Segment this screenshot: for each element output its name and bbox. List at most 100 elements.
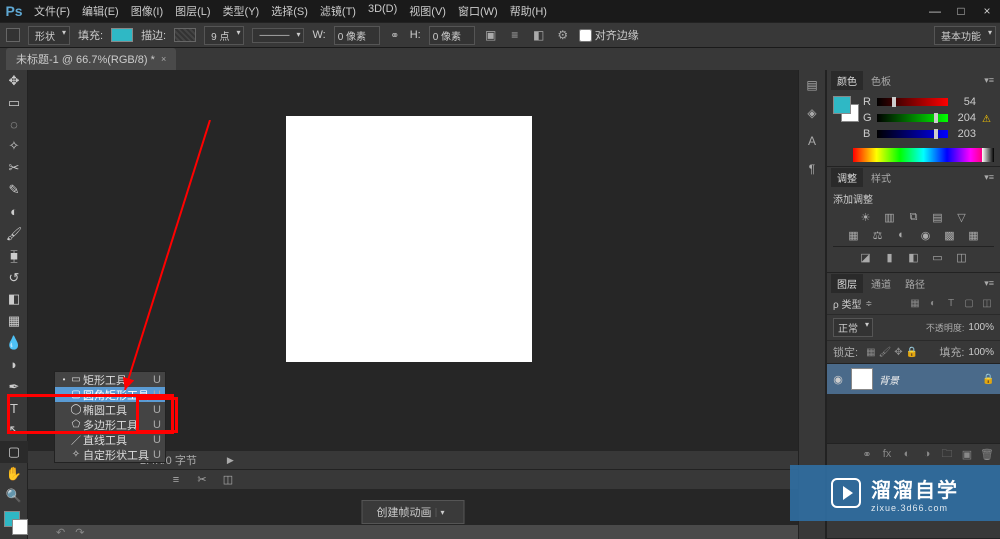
- menu-image[interactable]: 图像(I): [125, 0, 169, 22]
- filter-pixel-icon[interactable]: ▦: [908, 297, 922, 311]
- color-tab[interactable]: 颜色: [831, 71, 863, 90]
- lasso-tool[interactable]: ◌: [0, 114, 28, 136]
- invert-icon[interactable]: ◪: [858, 250, 874, 264]
- menu-edit[interactable]: 编辑(E): [76, 0, 125, 22]
- curves-icon[interactable]: ⧉: [906, 210, 922, 224]
- magic-wand-tool[interactable]: ✧: [0, 136, 28, 158]
- adjustments-tab[interactable]: 调整: [831, 168, 863, 187]
- new-layer-icon[interactable]: ▣: [960, 447, 974, 461]
- layer-row[interactable]: ◉ 背景 🔒: [827, 364, 1000, 394]
- window-maximize[interactable]: □: [948, 0, 974, 22]
- gradient-map-icon[interactable]: ▭: [930, 250, 946, 264]
- spot-heal-tool[interactable]: ◐: [0, 201, 28, 223]
- move-tool[interactable]: ✥: [0, 70, 28, 92]
- eyedropper-tool[interactable]: ✎: [0, 179, 28, 201]
- color-panel-menu-icon[interactable]: ▾≡: [978, 75, 1000, 86]
- path-select-tool[interactable]: ↖: [0, 420, 28, 442]
- lock-move-icon[interactable]: ✥: [894, 347, 902, 358]
- align-icon[interactable]: ≡: [507, 27, 523, 43]
- marquee-tool[interactable]: ▭: [0, 92, 28, 114]
- layer-mask-icon[interactable]: ◐: [900, 447, 914, 461]
- flyout-rounded-rectangle[interactable]: ▢圆角矩形工具U: [55, 387, 165, 402]
- window-close[interactable]: ×: [974, 0, 1000, 22]
- lock-transparent-icon[interactable]: ▦: [866, 347, 875, 358]
- layers-panel-menu-icon[interactable]: ▾≡: [978, 278, 1000, 289]
- create-frame-animation-button[interactable]: 创建帧动画▾: [362, 500, 465, 524]
- gear-icon[interactable]: ⚙: [555, 27, 571, 43]
- zoom-tool[interactable]: 🔍: [0, 485, 28, 507]
- status-arrow-icon[interactable]: ▶: [227, 455, 234, 466]
- fill-swatch[interactable]: [111, 28, 133, 42]
- menu-window[interactable]: 窗口(W): [452, 0, 504, 22]
- menu-file[interactable]: 文件(F): [28, 0, 76, 22]
- new-adjustment-icon[interactable]: ◑: [920, 447, 934, 461]
- swatches-tab[interactable]: 色板: [865, 71, 897, 90]
- selective-color-icon[interactable]: ◫: [954, 250, 970, 264]
- adjust-panel-menu-icon[interactable]: ▾≡: [978, 172, 1000, 183]
- layers-tab[interactable]: 图层: [831, 274, 863, 293]
- exposure-icon[interactable]: ▤: [930, 210, 946, 224]
- tool-preset-icon[interactable]: [6, 28, 20, 42]
- hue-icon[interactable]: ▦: [846, 228, 862, 242]
- stroke-swatch[interactable]: [174, 28, 196, 42]
- delete-layer-icon[interactable]: 🗑: [980, 447, 994, 461]
- shape-mode-combo[interactable]: 形状: [28, 26, 70, 45]
- layer-kind[interactable]: ρ 类型: [833, 296, 861, 311]
- hand-tool[interactable]: ✋: [0, 463, 28, 485]
- new-group-icon[interactable]: 🗀: [940, 447, 954, 461]
- layer-name[interactable]: 背景: [879, 372, 976, 387]
- crop-tool[interactable]: ✂: [0, 157, 28, 179]
- brightness-icon[interactable]: ☀: [858, 210, 874, 224]
- vibrance-icon[interactable]: ▽: [954, 210, 970, 224]
- window-minimize[interactable]: —: [922, 0, 948, 22]
- document-tab[interactable]: 未标题-1 @ 66.7%(RGB/8) * ×: [6, 48, 176, 70]
- workspace-switcher[interactable]: 基本功能: [934, 26, 996, 45]
- pen-tool[interactable]: ✒: [0, 376, 28, 398]
- path-ops-icon[interactable]: ▣: [483, 27, 499, 43]
- channels-tab[interactable]: 通道: [865, 274, 897, 293]
- levels-icon[interactable]: ▥: [882, 210, 898, 224]
- eraser-tool[interactable]: ◧: [0, 288, 28, 310]
- posterize-icon[interactable]: ▮: [882, 250, 898, 264]
- layer-fx-icon[interactable]: fx: [880, 447, 894, 461]
- color-fg-swatch[interactable]: [833, 96, 851, 114]
- timeline-cut-icon[interactable]: ✂: [194, 472, 210, 488]
- photo-filter-icon[interactable]: ◉: [918, 228, 934, 242]
- blend-mode[interactable]: 正常: [833, 318, 873, 337]
- lock-paint-icon[interactable]: 🖌: [879, 347, 892, 358]
- color-balance-icon[interactable]: ⚖: [870, 228, 886, 242]
- layer-visibility-icon[interactable]: ◉: [831, 373, 845, 386]
- stroke-weight[interactable]: 9 点: [204, 26, 244, 45]
- menu-filter[interactable]: 滤镜(T): [314, 0, 362, 22]
- paths-tab[interactable]: 路径: [899, 274, 931, 293]
- flyout-rectangle[interactable]: •▭矩形工具U: [55, 372, 165, 387]
- height-field[interactable]: 0 像素: [429, 26, 475, 45]
- link-layers-icon[interactable]: ⚭: [860, 447, 874, 461]
- link-wh-icon[interactable]: ⚭: [388, 28, 402, 42]
- gradient-tool[interactable]: ▦: [0, 310, 28, 332]
- paragraph-panel-icon[interactable]: ¶: [803, 160, 821, 178]
- threshold-icon[interactable]: ◧: [906, 250, 922, 264]
- timeline-clip-icon[interactable]: ◫: [220, 472, 236, 488]
- b-slider[interactable]: [877, 130, 948, 138]
- menu-help[interactable]: 帮助(H): [504, 0, 553, 22]
- history-brush-tool[interactable]: ↺: [0, 267, 28, 289]
- channel-mixer-icon[interactable]: ▩: [942, 228, 958, 242]
- brush-tool[interactable]: 🖌: [0, 223, 28, 245]
- blur-tool[interactable]: 💧: [0, 332, 28, 354]
- arrange-icon[interactable]: ◧: [531, 27, 547, 43]
- flyout-polygon[interactable]: ⬠多边形工具U: [55, 417, 165, 432]
- lock-all-icon[interactable]: 🔒: [906, 347, 918, 358]
- opacity-value[interactable]: 100%: [968, 322, 994, 333]
- tab-close-icon[interactable]: ×: [161, 54, 166, 64]
- g-value[interactable]: 204: [952, 112, 976, 124]
- lookup-icon[interactable]: ▦: [966, 228, 982, 242]
- layer-thumbnail[interactable]: [851, 368, 873, 390]
- filter-shape-icon[interactable]: ▢: [962, 297, 976, 311]
- timeline-options-icon[interactable]: ≡: [168, 472, 184, 488]
- flyout-line[interactable]: ／直线工具U: [55, 432, 165, 447]
- flyout-ellipse[interactable]: ◯椭圆工具U: [55, 402, 165, 417]
- r-value[interactable]: 54: [952, 96, 976, 108]
- bw-icon[interactable]: ◐: [894, 228, 910, 242]
- menu-type[interactable]: 类型(Y): [217, 0, 266, 22]
